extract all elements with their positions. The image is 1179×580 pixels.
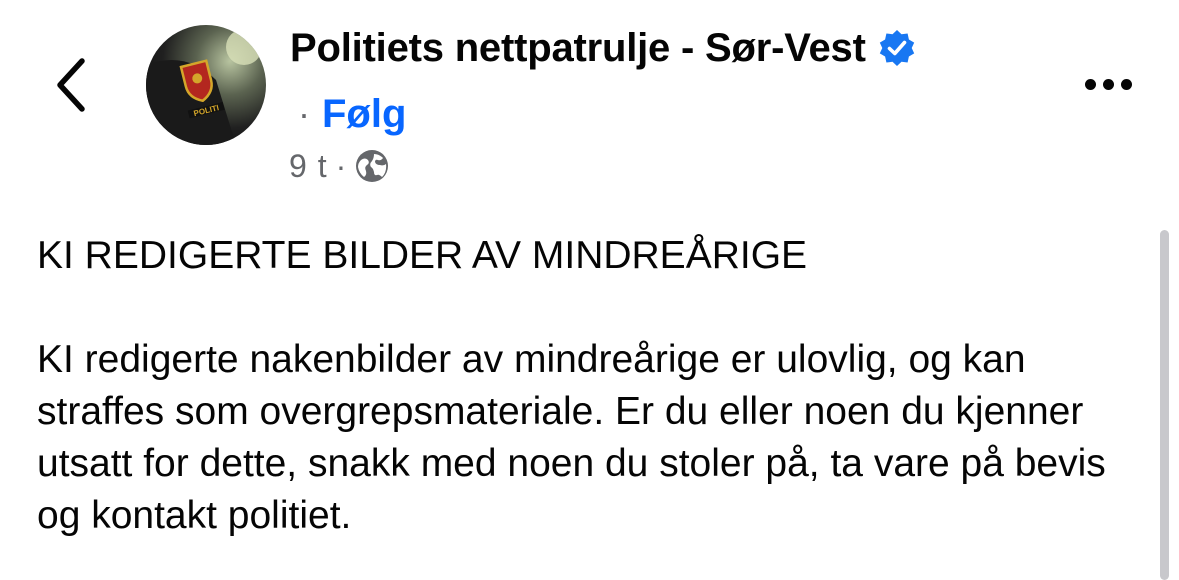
more-horizontal-icon (1102, 78, 1114, 90)
post-header: POLITI Politiets nettpatrulje - Sør-Vest… (0, 0, 1179, 200)
police-badge-image: POLITI (146, 25, 266, 145)
post-text: KI redigerte nakenbilder av mindreårige … (37, 338, 1106, 537)
more-options-button[interactable] (1078, 62, 1138, 106)
meta-separator: · (335, 147, 347, 184)
follow-row: · Følg (298, 86, 406, 142)
page-name[interactable]: Politiets nettpatrulje - Sør-Vest (290, 26, 866, 71)
more-horizontal-icon (1084, 78, 1096, 90)
more-horizontal-icon (1120, 78, 1132, 90)
separator-dot: · (298, 93, 310, 134)
follow-button[interactable]: Følg (322, 92, 406, 137)
post-timestamp[interactable]: 9 t (289, 148, 328, 185)
scrollbar[interactable] (1160, 230, 1169, 580)
verified-badge-icon (878, 29, 916, 67)
post-body: KI REDIGERTE BILDER AV MINDREÅRIGE KI re… (37, 230, 1147, 542)
back-button[interactable] (44, 50, 100, 120)
avatar[interactable]: POLITI (146, 25, 266, 145)
globe-icon[interactable] (354, 148, 390, 184)
post-heading: KI REDIGERTE BILDER AV MINDREÅRIGE (37, 234, 808, 277)
page-name-row: Politiets nettpatrulje - Sør-Vest (290, 20, 916, 76)
chevron-left-icon (57, 58, 85, 112)
post-meta: 9 t · (289, 146, 390, 186)
